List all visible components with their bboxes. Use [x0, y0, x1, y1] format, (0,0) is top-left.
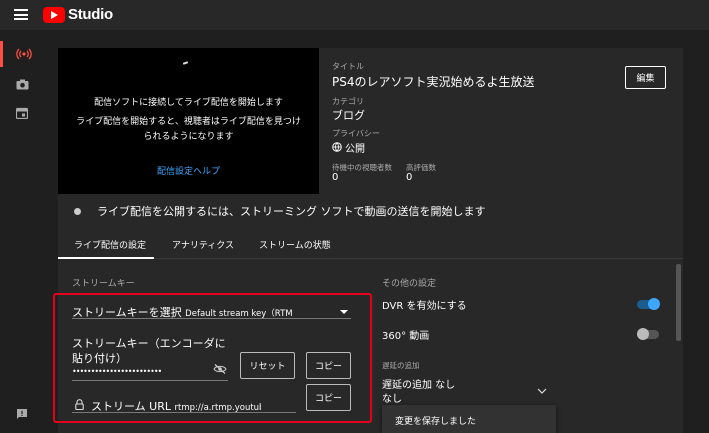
tab-analytics[interactable]: アナリティクス — [172, 238, 234, 251]
vr360-label: 360° 動画 — [382, 331, 430, 342]
calendar-icon[interactable] — [0, 100, 44, 126]
dropdown-caret-icon[interactable] — [340, 310, 348, 314]
loading-spinner-icon — [182, 61, 189, 65]
category-label: カテゴリ — [332, 97, 364, 106]
snackbar-text: 変更を保存しました — [395, 417, 477, 427]
status-text: ライブ配信を公開するには、ストリーミング ソフトで動画の送信を開始します — [97, 205, 486, 218]
visibility-off-icon[interactable] — [213, 364, 227, 377]
active-tab-indicator — [58, 257, 154, 259]
dvr-toggle-knob — [648, 298, 660, 310]
edit-button[interactable]: 編集 — [625, 66, 666, 89]
youtube-logo-icon — [43, 6, 65, 23]
preview-description: ライブ配信を開始すると、視聴者はライブ配信を見つけられるようになります — [76, 117, 301, 142]
logo-text: Studio — [68, 6, 113, 23]
other-settings-title: その他の設定 — [382, 279, 437, 289]
title-label: タイトル — [332, 62, 364, 71]
tab-stream-health[interactable]: ストリームの状態 — [259, 238, 331, 251]
likes-value: 0 — [406, 172, 413, 183]
stream-preview: 配信ソフトに接続してライブ配信を開始します ライブ配信を開始すると、視聴者はライ… — [58, 48, 319, 194]
category-value: ブログ — [332, 109, 365, 122]
privacy-value: 公開 — [345, 144, 365, 155]
vr360-toggle-knob — [637, 328, 649, 340]
menu-icon[interactable] — [14, 9, 28, 20]
studio-logo[interactable]: Studio — [43, 6, 113, 23]
waiting-viewers-label: 待機中の視聴者数 — [332, 163, 392, 172]
live-icon[interactable] — [0, 41, 44, 67]
scrollbar[interactable] — [676, 264, 681, 341]
globe-icon — [332, 142, 342, 155]
reset-button[interactable]: リセット — [240, 352, 295, 379]
help-link[interactable]: 配信設定ヘルプ — [58, 164, 319, 177]
latency-value: なし — [382, 394, 402, 405]
left-nav — [0, 30, 44, 433]
chevron-down-icon[interactable] — [537, 384, 547, 397]
stream-key-field[interactable]: •••••••••••••••••••••••• — [72, 367, 162, 376]
stream-status: ライブ配信を公開するには、ストリーミング ソフトで動画の送信を開始します — [58, 194, 683, 228]
top-bar: Studio — [0, 0, 709, 30]
copy-url-button[interactable]: コピー — [306, 384, 351, 411]
select-underline — [72, 318, 351, 319]
url-underline — [72, 412, 296, 413]
latency-title: 遅延の追加 — [382, 361, 420, 370]
camera-icon[interactable] — [0, 71, 44, 97]
tab-stream-settings[interactable]: ライブ配信の設定 — [74, 238, 146, 251]
stream-key-title: ストリームキー — [72, 279, 135, 289]
dvr-label: DVR を有効にする — [382, 301, 467, 312]
privacy-label: プライバシー — [332, 129, 380, 138]
waiting-viewers-value: 0 — [332, 172, 339, 183]
latency-select-label[interactable]: 遅延の追加 なし — [382, 376, 455, 391]
snackbar: 変更を保存しました — [382, 405, 556, 433]
preview-message: 配信ソフトに接続してライブ配信を開始します — [94, 98, 283, 108]
copy-key-button[interactable]: コピー — [306, 352, 351, 379]
lock-icon — [75, 399, 84, 413]
status-indicator-icon — [74, 208, 81, 215]
settings-tabs: ライブ配信の設定 アナリティクス ストリームの状態 — [58, 228, 683, 259]
feedback-icon[interactable] — [0, 401, 44, 427]
stream-key-label: ストリームキー（エンコーダに貼り付け） — [72, 337, 226, 365]
key-underline — [72, 380, 228, 381]
stream-title: PS4のレアソフト実況始めるよ生放送 — [332, 75, 535, 89]
